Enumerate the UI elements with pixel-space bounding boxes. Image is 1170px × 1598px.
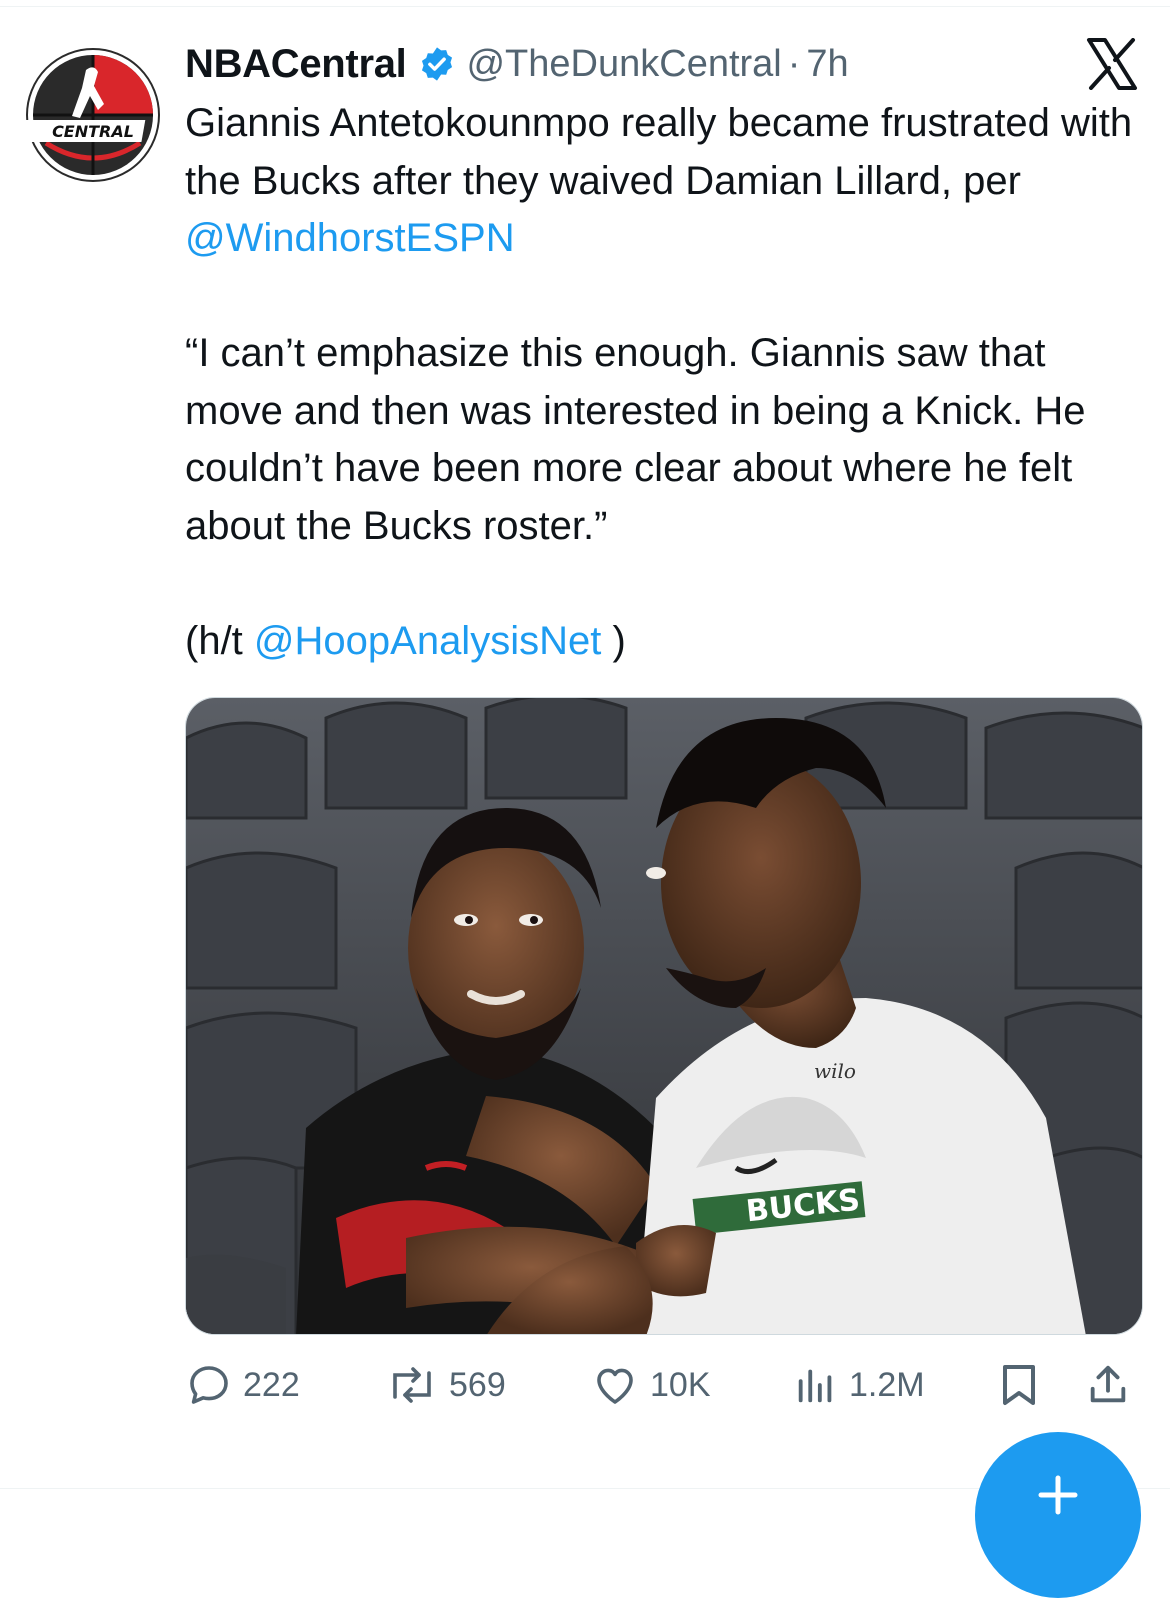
tweet-paragraph-1: Giannis Antetokounmpo really became frus… (185, 95, 1145, 268)
display-name[interactable]: NBACentral (185, 42, 407, 87)
players-photo: BUCKS wilo (186, 698, 1142, 1334)
views-count: 1.2M (849, 1365, 925, 1404)
mention-hoopanalysis[interactable]: @HoopAnalysisNet (254, 619, 601, 663)
avatar[interactable]: CENTRAL (26, 48, 160, 182)
reply-button[interactable]: 222 (185, 1357, 300, 1413)
tweet-media-image[interactable]: BUCKS wilo (185, 697, 1143, 1335)
tweet-quote: “I can’t emphasize this enough. Giannis … (185, 331, 1086, 548)
hat-tip-suffix: ) (601, 618, 626, 663)
x-logo-icon[interactable] (1085, 38, 1139, 90)
verified-badge-icon[interactable] (418, 45, 456, 83)
repost-button[interactable]: 569 (385, 1357, 506, 1413)
top-divider (0, 6, 1170, 7)
reply-bubble-icon (190, 1366, 228, 1404)
compose-plus-icon (1038, 1475, 1078, 1515)
separator-dot: · (787, 42, 801, 85)
tweet-hat-tip: (h/t @HoopAnalysisNet ) (185, 613, 1145, 671)
shirt-logo-text: wilo (814, 1059, 856, 1083)
timestamp[interactable]: 7h (806, 43, 848, 86)
central-logo-icon: CENTRAL (26, 48, 160, 182)
tweet-text-main: Giannis Antetokounmpo really became frus… (185, 101, 1133, 203)
like-count: 10K (650, 1365, 711, 1404)
reply-count: 222 (243, 1365, 300, 1404)
avatar-text: CENTRAL (52, 122, 134, 141)
tweet-header: NBACentral @TheDunkCentral · 7h (185, 38, 849, 90)
like-button[interactable]: 10K (590, 1357, 711, 1413)
share-button[interactable] (1085, 1357, 1131, 1413)
handle[interactable]: @TheDunkCentral (466, 43, 781, 86)
tweet-text: Giannis Antetokounmpo really became frus… (185, 95, 1145, 670)
bookmark-button[interactable] (997, 1357, 1041, 1413)
views-button[interactable]: 1.2M (793, 1357, 925, 1413)
repost-count: 569 (449, 1365, 506, 1404)
bookmark-icon (1003, 1365, 1035, 1405)
share-icon (1090, 1365, 1126, 1403)
heart-icon (597, 1368, 633, 1404)
action-bar: 222 569 10K 1.2M (185, 1357, 1143, 1413)
views-chart-icon (798, 1369, 832, 1403)
hat-tip-prefix: (h/t (185, 618, 254, 663)
compose-button[interactable] (975, 1432, 1141, 1598)
repost-icon (393, 1367, 431, 1403)
mention-windhorst[interactable]: @WindhorstESPN (185, 216, 515, 260)
